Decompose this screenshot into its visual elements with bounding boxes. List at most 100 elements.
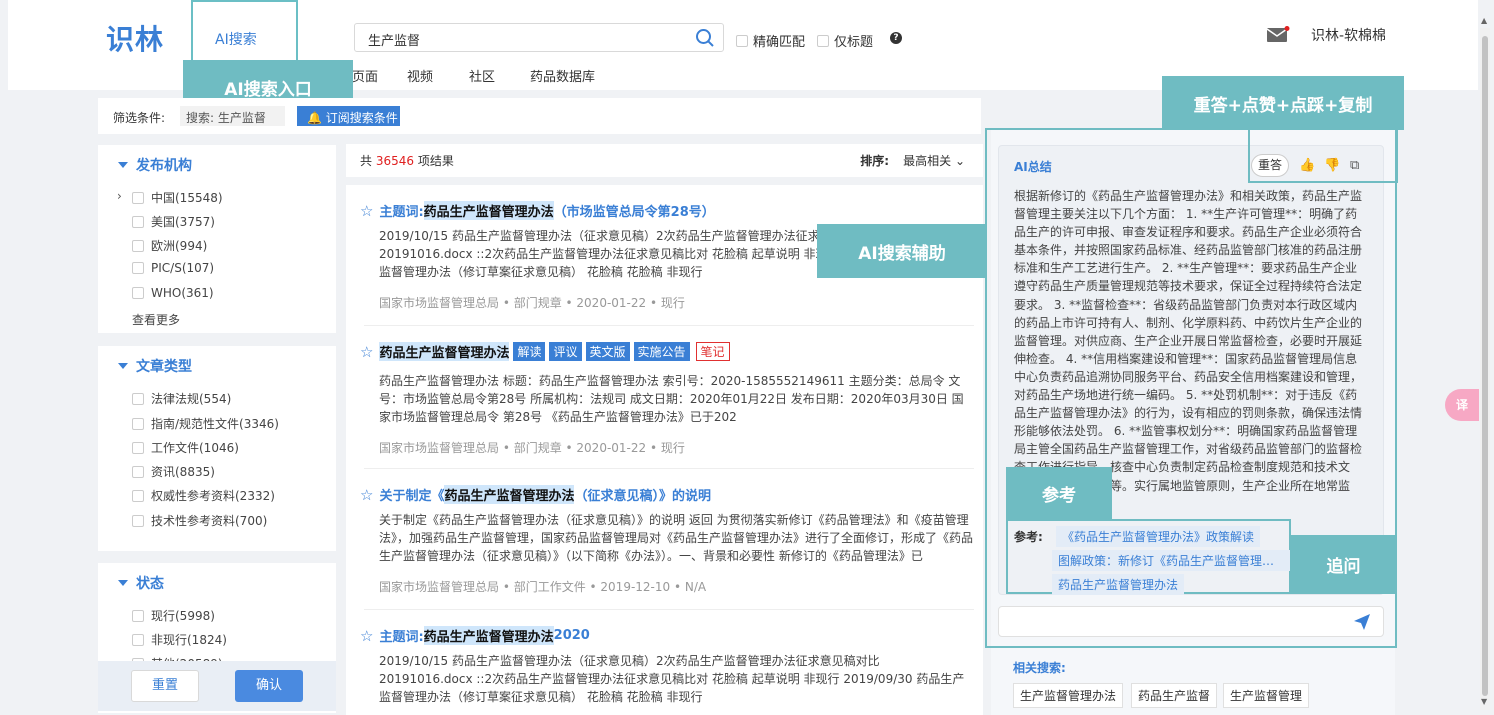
facet-option[interactable]: PIC/S(107) bbox=[132, 261, 214, 275]
follow-up-input[interactable] bbox=[998, 606, 1384, 637]
filter-button-bar: 重置 确认 bbox=[98, 661, 336, 711]
reference-link[interactable]: 药品生产监督管理办法 bbox=[1052, 574, 1185, 595]
sort-value: 最高相关 bbox=[903, 154, 952, 168]
result-title[interactable]: ☆ 关于制定《 药品生产监督管理办法 （征求意见稿）》的说明 bbox=[360, 485, 711, 504]
checkbox-icon bbox=[132, 609, 144, 622]
checkbox-icon bbox=[132, 633, 144, 646]
site-logo[interactable]: 识林 bbox=[106, 18, 164, 58]
reference-link[interactable]: 图解政策：新修订《药品生产监督管理办法》 bbox=[1052, 550, 1290, 571]
filter-chip[interactable]: 搜索: 生产监督 bbox=[180, 106, 285, 126]
facet-option[interactable]: WHO(361) bbox=[132, 286, 214, 300]
translate-float-button[interactable]: 译 bbox=[1445, 389, 1479, 421]
tag-notes[interactable]: 笔记 bbox=[695, 342, 730, 361]
mail-icon[interactable] bbox=[1266, 26, 1290, 44]
reanswer-button[interactable]: 重答 bbox=[1251, 154, 1289, 177]
facet-option[interactable]: 权威性参考资料(2332) bbox=[132, 487, 275, 504]
star-icon[interactable]: ☆ bbox=[360, 202, 373, 220]
facet-option[interactable]: 技术性参考资料(700) bbox=[132, 512, 267, 529]
checkbox-icon bbox=[736, 34, 748, 47]
facet-option[interactable]: 中国(15548) bbox=[132, 189, 223, 206]
scroll-down-icon[interactable]: ▼ bbox=[1481, 697, 1487, 706]
facet-type-title[interactable]: 文章类型 bbox=[118, 356, 192, 376]
checkbox-icon bbox=[132, 262, 144, 274]
search-input[interactable]: 生产监督 bbox=[354, 23, 724, 52]
checkbox-icon bbox=[132, 239, 144, 252]
title-only-label: 仅标题 bbox=[834, 35, 874, 50]
reset-button[interactable]: 重置 bbox=[131, 670, 199, 702]
title-highlight: 药品生产监督管理办法 bbox=[379, 342, 510, 361]
copy-icon[interactable]: ⧉ bbox=[1350, 158, 1359, 173]
reference-link[interactable]: 《药品生产监督管理办法》政策解读 bbox=[1056, 526, 1261, 547]
filter-label: 筛选条件: bbox=[113, 111, 166, 125]
scroll-thumb[interactable] bbox=[1482, 36, 1488, 696]
related-search-tag[interactable]: 生产监督管理 bbox=[1223, 683, 1310, 708]
result-title[interactable]: ☆ 主题词: 药品生产监督管理办法 （市场监管总局令第28号） bbox=[360, 201, 715, 220]
result-meta: 国家市场监督管理总局 • 部门工作文件 • 2019-12-10 • N/A bbox=[379, 580, 707, 594]
facet-option[interactable]: 现行(5998) bbox=[132, 607, 215, 624]
facet-option-label: 技术性参考资料(700) bbox=[151, 514, 268, 528]
exact-match-checkbox[interactable]: 精确匹配 bbox=[736, 31, 805, 50]
help-icon[interactable]: ? bbox=[890, 32, 902, 44]
subscribe-search-button[interactable]: 🔔 订阅搜索条件 bbox=[297, 106, 400, 126]
facet-option-label: WHO(361) bbox=[151, 286, 214, 300]
confirm-button[interactable]: 确认 bbox=[235, 670, 303, 702]
annotation-actions: 重答+点赞+点踩+复制 bbox=[1162, 76, 1404, 130]
facet-status-title[interactable]: 状态 bbox=[118, 573, 164, 593]
star-icon[interactable]: ☆ bbox=[360, 343, 373, 361]
tag-english[interactable]: 英文版 bbox=[585, 342, 630, 361]
related-search-tag[interactable]: 生产监督管理办法 bbox=[1013, 683, 1124, 708]
caret-down-icon bbox=[118, 580, 128, 586]
facet-option[interactable]: 非现行(1824) bbox=[132, 631, 227, 648]
ai-search-tab[interactable]: AI搜索 bbox=[215, 29, 257, 49]
result-title[interactable]: ☆ 药品生产监督管理办法 解读 评议 英文版 实施公告 笔记 bbox=[360, 342, 730, 361]
facet-option[interactable]: 欧洲(994) bbox=[132, 237, 207, 254]
sort-label: 排序: bbox=[860, 154, 890, 168]
tab-drug-database[interactable]: 药品数据库 bbox=[530, 66, 595, 85]
title-only-checkbox[interactable]: 仅标题 bbox=[817, 31, 873, 50]
scroll-up-icon[interactable]: ▲ bbox=[1481, 16, 1487, 25]
facet-option-label: 资讯(8835) bbox=[151, 465, 215, 479]
checkbox-icon bbox=[132, 417, 144, 430]
facet-option-label: 现行(5998) bbox=[151, 609, 215, 623]
tag-comment[interactable]: 评议 bbox=[549, 342, 582, 361]
chevron-right-icon[interactable]: › bbox=[117, 189, 122, 203]
username[interactable]: 识林-软棉棉 bbox=[1311, 25, 1386, 45]
see-more-link[interactable]: 查看更多 bbox=[132, 311, 180, 328]
star-icon[interactable]: ☆ bbox=[360, 627, 373, 645]
tab-community[interactable]: 社区 bbox=[469, 66, 495, 85]
exact-match-label: 精确匹配 bbox=[753, 35, 806, 50]
star-icon[interactable]: ☆ bbox=[360, 486, 373, 504]
related-search-tag[interactable]: 药品生产监督 bbox=[1131, 683, 1218, 708]
facet-option-label: 法律法规(554) bbox=[151, 392, 232, 406]
scrollbar[interactable] bbox=[1480, 28, 1490, 710]
send-icon[interactable] bbox=[1353, 613, 1371, 631]
divider bbox=[364, 609, 974, 610]
checkbox-icon bbox=[132, 392, 144, 405]
facet-option[interactable]: 指南/规范性文件(3346) bbox=[132, 415, 279, 432]
facet-option[interactable]: 法律法规(554) bbox=[132, 390, 231, 407]
annotation-reference: 参考 bbox=[1006, 467, 1112, 519]
facet-option-label: 欧洲(994) bbox=[151, 239, 208, 253]
tab-video[interactable]: 视频 bbox=[407, 66, 433, 85]
annotation-follow-up: 追问 bbox=[1290, 535, 1397, 594]
facet-option[interactable]: 资讯(8835) bbox=[132, 463, 215, 480]
sort-control[interactable]: 排序: 最高相关 ⌄ bbox=[860, 152, 965, 169]
search-icon[interactable] bbox=[695, 28, 715, 48]
search-value: 生产监督 bbox=[368, 34, 421, 49]
caret-down-icon bbox=[118, 162, 128, 168]
title-highlight: 药品生产监督管理办法 bbox=[444, 485, 575, 504]
title-prefix: 主题词: bbox=[379, 205, 424, 220]
facet-option[interactable]: 工作文件(1046) bbox=[132, 439, 239, 456]
checkbox-icon bbox=[132, 287, 144, 299]
facet-org-title[interactable]: 发布机构 bbox=[118, 155, 192, 175]
thumbs-up-icon[interactable]: 👍 bbox=[1299, 158, 1315, 173]
facet-option-label: 非现行(1824) bbox=[151, 633, 227, 647]
facet-option[interactable]: 美国(3757) bbox=[132, 213, 215, 230]
tag-announcement[interactable]: 实施公告 bbox=[633, 342, 690, 361]
title-prefix: 关于制定《 bbox=[379, 489, 445, 504]
facet-option-label: 工作文件(1046) bbox=[151, 441, 239, 455]
tab-page[interactable]: 页面 bbox=[352, 66, 378, 85]
tag-interpretation[interactable]: 解读 bbox=[513, 342, 546, 361]
result-title[interactable]: ☆ 主题词: 药品生产监督管理办法 2020 bbox=[360, 626, 590, 645]
thumbs-down-icon[interactable]: 👎 bbox=[1324, 158, 1340, 173]
